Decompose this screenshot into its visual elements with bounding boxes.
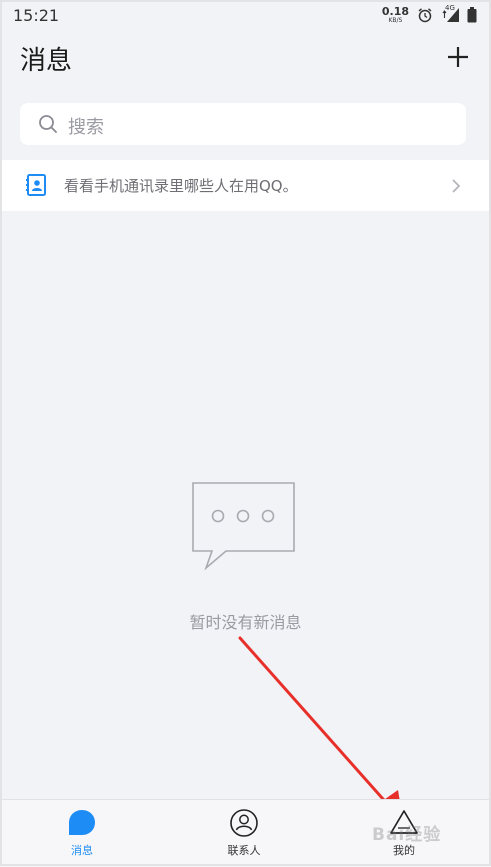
network-speed-value: 0.18 [381,5,409,18]
contact-discovery-banner[interactable]: 看看手机通讯录里哪些人在用QQ。 [0,160,491,211]
message-bubble-icon [67,808,97,842]
page-title: 消息 [20,46,73,76]
status-time: 15:21 [13,6,60,25]
watermark: Bai经验 [372,825,442,845]
network-type: 4G [445,4,455,12]
alarm-icon [417,7,433,23]
battery-icon [467,7,477,23]
tab-contacts[interactable]: 联系人 [184,800,304,862]
contact-book-icon [26,174,46,196]
contact-banner-text: 看看手机通讯录里哪些人在用QQ。 [64,177,298,195]
status-bar: 15:21 0.18 KB/S 4G [0,0,491,30]
contact-person-icon [229,808,259,842]
tab-label-contacts: 联系人 [227,844,261,857]
signal-icon: 4G [439,4,461,24]
chat-bubble-icon [192,482,295,570]
tab-label-messages: 消息 [71,844,93,857]
network-speed: 0.18 KB/S [382,6,409,24]
tab-messages[interactable]: 消息 [22,800,142,862]
search-input[interactable]: 搜索 [20,103,466,145]
network-speed-unit: KB/S [388,17,403,24]
chevron-right-icon [452,179,461,193]
search-icon [39,115,57,133]
add-button[interactable] [445,44,471,70]
plus-icon [448,47,468,67]
empty-state-message: 暂时没有新消息 [189,613,302,632]
search-placeholder: 搜索 [68,117,104,138]
status-indicators: 0.18 KB/S 4G [382,4,477,25]
